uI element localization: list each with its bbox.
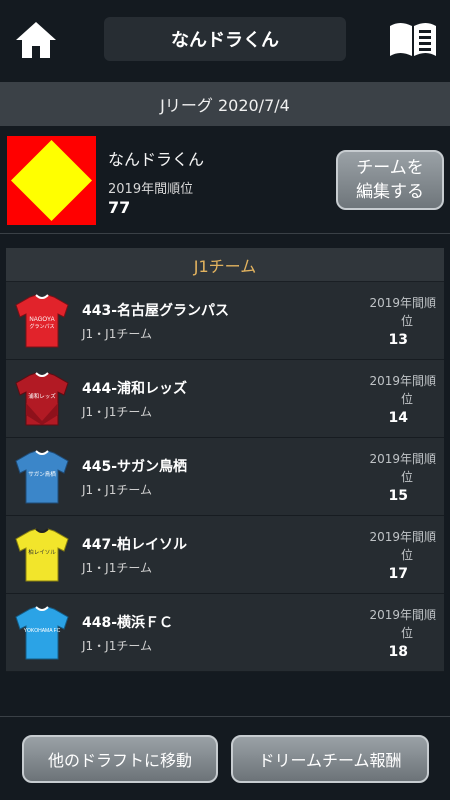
team-rank-label: 2019年間順 位 [369, 530, 436, 562]
top-bar: なんドラくん [0, 0, 450, 82]
jersey-icon: 柏レイソル [14, 527, 70, 583]
edit-team-button-line2: 編集する [356, 182, 424, 202]
dream-team-reward-button[interactable]: ドリームチーム報酬 [231, 735, 429, 783]
team-section-header: J1チーム [6, 248, 444, 282]
team-list-panel: J1チーム NAGOYA グランパス 443-名古屋グランパス J1・J1チーム… [6, 248, 444, 672]
edit-team-button[interactable]: チームを 編集する [336, 150, 444, 210]
team-name: 445-サガン鳥栖 [82, 459, 188, 475]
jersey-sponsor-text: 柏レイソル [28, 548, 56, 556]
jersey-sponsor-text: 浦和レッズ [28, 392, 56, 400]
team-name: 448-横浜ＦＣ [82, 615, 174, 631]
team-name: 444-浦和レッズ [82, 381, 188, 397]
team-league: J1・J1チーム [82, 483, 152, 497]
book-icon[interactable] [388, 20, 438, 58]
jersey-icon: 浦和レッズ [14, 371, 70, 427]
team-rank-value: 17 [388, 566, 408, 582]
user-rank-value: 77 [108, 198, 131, 217]
team-league: J1・J1チーム [82, 561, 152, 575]
team-rank-label: 2019年間順 位 [369, 374, 436, 406]
team-row[interactable]: 浦和レッズ 444-浦和レッズ J1・J1チーム 2019年間順 位 14 [6, 360, 444, 438]
jersey-icon: YOKOHAMA FC [14, 605, 70, 661]
team-rank-value: 14 [388, 410, 408, 426]
home-icon[interactable] [14, 20, 58, 60]
jersey-sponsor-text: サガン鳥栖 [28, 470, 56, 478]
jersey-sponsor-text: NAGOYA [29, 317, 54, 323]
team-rank-value: 15 [388, 488, 408, 504]
other-draft-button[interactable]: 他のドラフトに移動 [22, 735, 218, 783]
team-rank-value: 13 [388, 332, 408, 348]
jersey-sponsor-text: グランパス [29, 323, 54, 330]
user-name: なんドラくん [108, 150, 205, 169]
team-rank-label: 2019年間順 位 [369, 296, 436, 328]
team-league: J1・J1チーム [82, 405, 152, 419]
edit-team-button-line1: チームを [356, 158, 424, 178]
user-flag-icon [7, 136, 96, 225]
jersey-icon: サガン鳥栖 [14, 449, 70, 505]
league-date-bar: Jリーグ 2020/7/4 [0, 82, 450, 126]
user-panel: なんドラくん 2019年間順位 77 チームを 編集する [0, 126, 450, 234]
user-rank-label: 2019年間順位 [108, 182, 194, 197]
jersey-icon: NAGOYA グランパス [14, 293, 70, 349]
team-row[interactable]: NAGOYA グランパス 443-名古屋グランパス J1・J1チーム 2019年… [6, 282, 444, 360]
team-row[interactable]: サガン鳥栖 445-サガン鳥栖 J1・J1チーム 2019年間順 位 15 [6, 438, 444, 516]
team-rank-label: 2019年間順 位 [369, 608, 436, 640]
team-name: 443-名古屋グランパス [82, 303, 230, 319]
team-row[interactable]: YOKOHAMA FC 448-横浜ＦＣ J1・J1チーム 2019年間順 位 … [6, 594, 444, 672]
team-league: J1・J1チーム [82, 639, 152, 653]
footer-bar: 他のドラフトに移動 ドリームチーム報酬 [0, 716, 450, 800]
team-rank-value: 18 [388, 644, 408, 660]
team-row[interactable]: 柏レイソル 447-柏レイソル J1・J1チーム 2019年間順 位 17 [6, 516, 444, 594]
team-name: 447-柏レイソル [82, 537, 188, 553]
team-rank-label: 2019年間順 位 [369, 452, 436, 484]
team-league: J1・J1チーム [82, 327, 152, 341]
page-title: なんドラくん [104, 17, 346, 61]
jersey-sponsor-text: YOKOHAMA FC [24, 628, 61, 634]
